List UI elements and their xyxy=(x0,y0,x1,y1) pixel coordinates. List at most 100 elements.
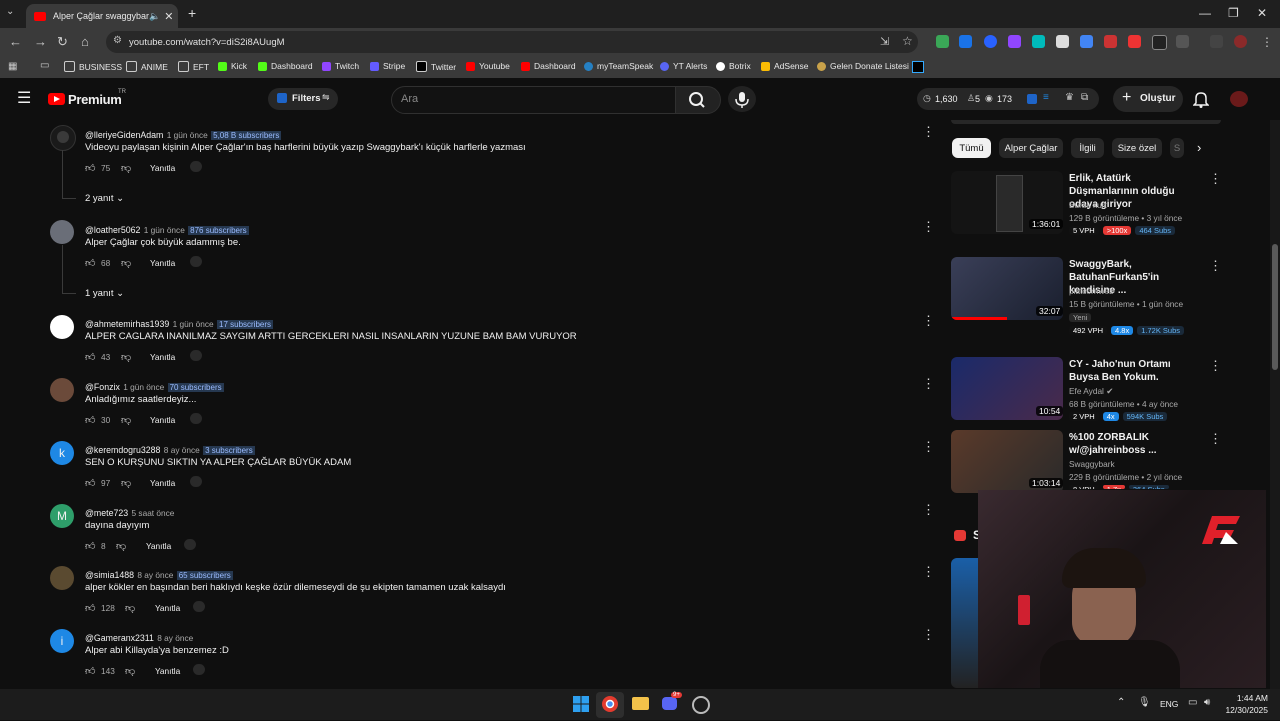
comment-time[interactable]: 1 gün önce xyxy=(123,382,164,392)
chip-related[interactable]: İlgili xyxy=(1071,138,1104,158)
comment-menu-icon[interactable]: ⋮ xyxy=(922,124,935,140)
reply-button[interactable]: Yanıtla xyxy=(150,163,175,173)
replies-toggle[interactable]: 2 yanıt ⌄ xyxy=(85,193,124,204)
reply-button[interactable]: Yanıtla xyxy=(150,478,175,488)
install-icon[interactable]: ⇲ xyxy=(880,35,889,48)
comment-author[interactable]: @Gameranx2311 xyxy=(85,633,154,643)
scrollbar-thumb[interactable] xyxy=(1272,244,1278,370)
reply-button[interactable]: Yanıtla xyxy=(150,258,175,268)
translate-icon[interactable] xyxy=(184,539,196,550)
volume-icon[interactable]: 🔊︎ xyxy=(1204,697,1210,708)
video-menu-icon[interactable]: ⋮ xyxy=(1209,258,1222,274)
chip-alper-caglar[interactable]: Alper Çağlar xyxy=(999,138,1063,158)
voice-search-button[interactable] xyxy=(728,86,756,112)
award-icon[interactable]: ♛ xyxy=(1065,92,1074,103)
bookmark-teamspeak[interactable]: myTeamSpeak xyxy=(584,61,653,71)
reply-button[interactable]: Yanıtla xyxy=(155,603,180,613)
notifications-bell-icon[interactable] xyxy=(1192,90,1210,111)
avatar[interactable]: M xyxy=(50,504,74,528)
chevron-up-icon[interactable]: ⌃ xyxy=(1117,697,1125,708)
browser-tab[interactable]: Alper Çağlar swaggybark i 🔈 ✕ xyxy=(26,4,178,28)
bookmark-star-icon[interactable]: ☆ xyxy=(902,34,913,48)
like-icon[interactable]: 👍︎ xyxy=(85,162,95,174)
reply-button[interactable]: Yanıtla xyxy=(155,666,180,676)
extension-icon[interactable] xyxy=(1080,35,1093,48)
like-icon[interactable]: 👍︎ xyxy=(85,602,95,614)
youtube-premium-logo[interactable]: Premium xyxy=(68,92,122,107)
youtube-logo-icon[interactable] xyxy=(48,93,65,105)
bookmark-dashboard-yt[interactable]: Dashboard xyxy=(521,61,576,71)
video-channel[interactable]: platcornweb xyxy=(1069,286,1114,296)
comment-time[interactable]: 8 ay önce xyxy=(164,445,200,455)
minimize-icon[interactable]: — xyxy=(1199,6,1211,20)
copy-icon[interactable]: ⧉ xyxy=(1081,92,1088,103)
folder-icon[interactable]: ▭ xyxy=(40,60,49,71)
comment-menu-icon[interactable]: ⋮ xyxy=(922,502,935,518)
windows-start-icon[interactable] xyxy=(573,696,589,712)
bookmark-yt-alerts[interactable]: YT Alerts xyxy=(660,61,707,71)
like-icon[interactable]: 👍︎ xyxy=(85,477,95,489)
audio-icon[interactable]: 🔈 xyxy=(149,11,160,22)
bookmark-folder[interactable]: BUSINESS xyxy=(64,61,122,72)
avatar[interactable] xyxy=(50,125,76,151)
microphone-tray-icon[interactable]: 🎙︎ xyxy=(1138,697,1151,708)
dislike-icon[interactable]: 👎︎ xyxy=(121,162,131,174)
bookmark-donate[interactable]: Gelen Donate Listesi xyxy=(817,61,909,71)
extension-icon[interactable] xyxy=(936,35,949,48)
translate-icon[interactable] xyxy=(190,476,202,487)
filters-button[interactable]: Filters ⇋ xyxy=(268,88,338,110)
bookmark-folder[interactable]: EFT xyxy=(178,61,209,72)
dislike-icon[interactable]: 👎︎ xyxy=(121,414,131,426)
chip-for-you[interactable]: Size özel xyxy=(1112,138,1162,158)
site-info-icon[interactable]: ⚙ xyxy=(113,35,122,46)
dislike-icon[interactable]: 👎︎ xyxy=(125,665,135,677)
extension-icon[interactable] xyxy=(1056,35,1069,48)
back-icon[interactable]: ← xyxy=(9,34,22,49)
like-icon[interactable]: 👍︎ xyxy=(85,540,95,552)
account-avatar[interactable] xyxy=(1230,91,1248,107)
video-channel[interactable]: Swaggybark xyxy=(1069,459,1115,469)
translate-icon[interactable] xyxy=(193,601,205,612)
reload-icon[interactable]: ↻ xyxy=(57,34,68,50)
chip-more[interactable]: S xyxy=(1170,138,1184,158)
comment-author[interactable]: @lleriyeGidenAdam xyxy=(85,130,163,140)
extension-icon[interactable] xyxy=(959,35,972,48)
clock-time[interactable]: 1:44 AM xyxy=(1226,693,1268,703)
bookmark-twitch[interactable]: Twitch xyxy=(322,61,359,71)
comment-author[interactable]: @loather5062 xyxy=(85,225,140,235)
translate-icon[interactable] xyxy=(190,413,202,424)
avatar[interactable] xyxy=(50,315,74,339)
extension-icon[interactable] xyxy=(1104,35,1117,48)
avatar[interactable] xyxy=(50,220,74,244)
comment-menu-icon[interactable]: ⋮ xyxy=(922,313,935,329)
dislike-icon[interactable]: 👎︎ xyxy=(121,477,131,489)
comment-menu-icon[interactable]: ⋮ xyxy=(922,439,935,455)
avatar[interactable]: k xyxy=(50,441,74,465)
dislike-icon[interactable]: 👎︎ xyxy=(121,351,131,363)
bookmark-folder[interactable]: ANIME xyxy=(126,61,168,72)
bookmark-stripe[interactable]: Stripe xyxy=(370,61,405,71)
comment-time[interactable]: 1 gün önce xyxy=(167,130,208,140)
reply-button[interactable]: Yanıtla xyxy=(150,415,175,425)
comment-menu-icon[interactable]: ⋮ xyxy=(922,627,935,643)
comment-author[interactable]: @mete723 xyxy=(85,508,128,518)
video-menu-icon[interactable]: ⋮ xyxy=(1209,431,1222,447)
home-icon[interactable]: ⌂ xyxy=(81,34,89,49)
video-title[interactable]: CY - Jaho'nun Ortamı Buysa Ben Yokum. xyxy=(1069,358,1203,384)
extension-icon[interactable] xyxy=(1032,35,1045,48)
comment-time[interactable]: 8 ay önce xyxy=(157,633,193,643)
bookmark-adsense[interactable]: AdSense xyxy=(761,61,809,71)
translate-icon[interactable] xyxy=(190,161,202,172)
stats-extension-bar[interactable]: ◷ 1,630 ♙ 5 ◉ 173 ≡ ♛ ⧉ xyxy=(917,88,1099,110)
comment-author[interactable]: @simia1488 xyxy=(85,570,134,580)
translate-icon[interactable] xyxy=(190,350,202,361)
avatar[interactable]: i xyxy=(50,629,74,653)
search-input[interactable] xyxy=(391,86,677,114)
close-window-icon[interactable]: ✕ xyxy=(1257,6,1267,20)
video-channel[interactable]: Efe Aydal ✔ xyxy=(1069,386,1113,396)
video-menu-icon[interactable]: ⋮ xyxy=(1209,171,1222,187)
reading-list-icon[interactable] xyxy=(1210,35,1223,48)
dislike-icon[interactable]: 👎︎ xyxy=(125,602,135,614)
avatar[interactable] xyxy=(50,566,74,590)
menu-hamburger-icon[interactable]: ☰ xyxy=(17,91,31,107)
